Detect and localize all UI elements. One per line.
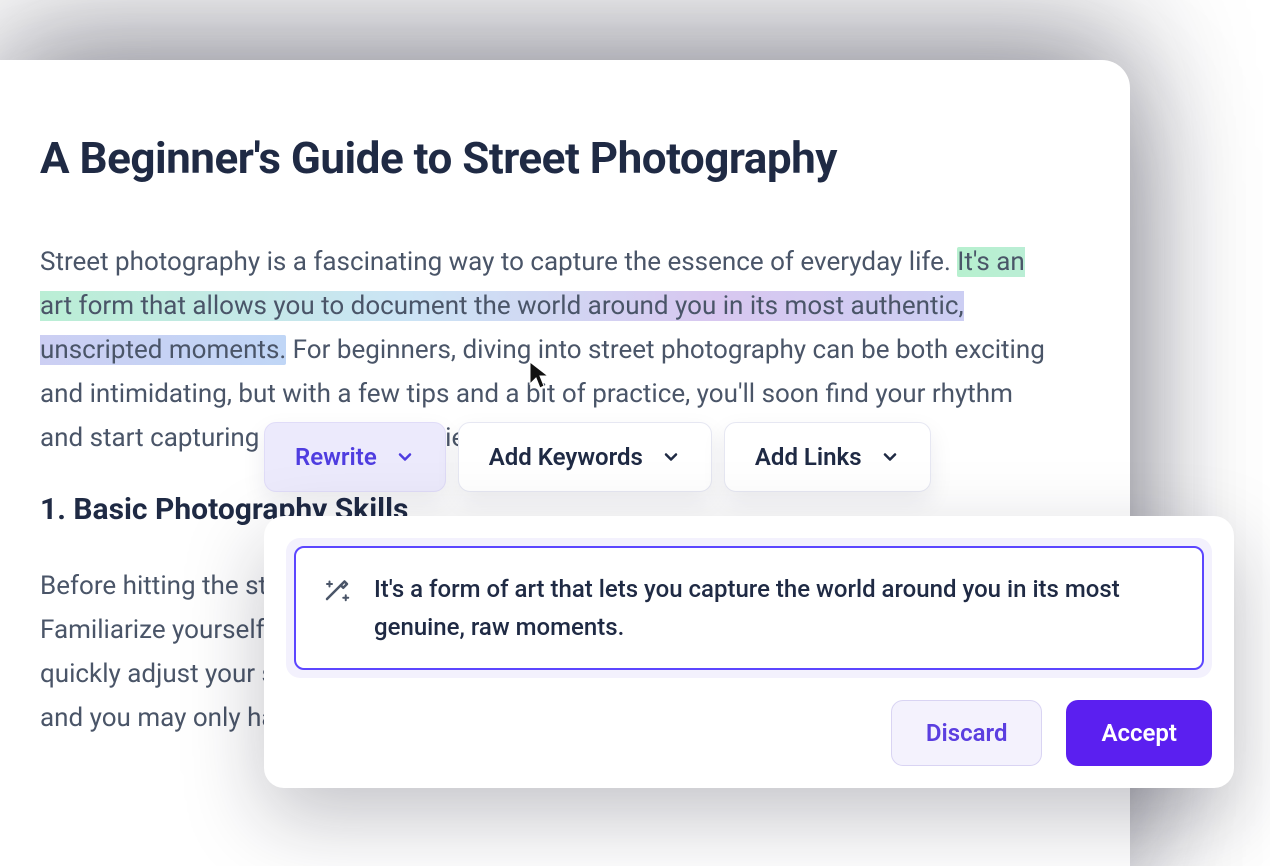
add-keywords-button[interactable]: Add Keywords [458, 422, 712, 492]
add-keywords-label: Add Keywords [489, 443, 643, 471]
suggestion-text: It's a form of art that lets you capture… [374, 570, 1176, 646]
suggestion-panel: It's a form of art that lets you capture… [264, 516, 1234, 788]
suggestion-box: It's a form of art that lets you capture… [286, 538, 1212, 678]
rewrite-button[interactable]: Rewrite [264, 422, 446, 492]
rewrite-label: Rewrite [295, 443, 377, 471]
magic-wand-icon [322, 574, 352, 608]
panel-actions: Discard Accept [286, 700, 1212, 766]
accept-button[interactable]: Accept [1066, 700, 1212, 766]
add-links-label: Add Links [755, 443, 862, 471]
chevron-down-icon [395, 447, 415, 467]
para1-pre: Street photography is a fascinating way … [40, 247, 957, 277]
chevron-down-icon [880, 447, 900, 467]
suggestion-inner[interactable]: It's a form of art that lets you capture… [294, 546, 1204, 670]
add-links-button[interactable]: Add Links [724, 422, 931, 492]
chevron-down-icon [661, 447, 681, 467]
rewrite-toolbar: Rewrite Add Keywords Add Links [264, 422, 931, 492]
document-title: A Beginner's Guide to Street Photography [40, 132, 1090, 184]
discard-button[interactable]: Discard [891, 700, 1043, 766]
